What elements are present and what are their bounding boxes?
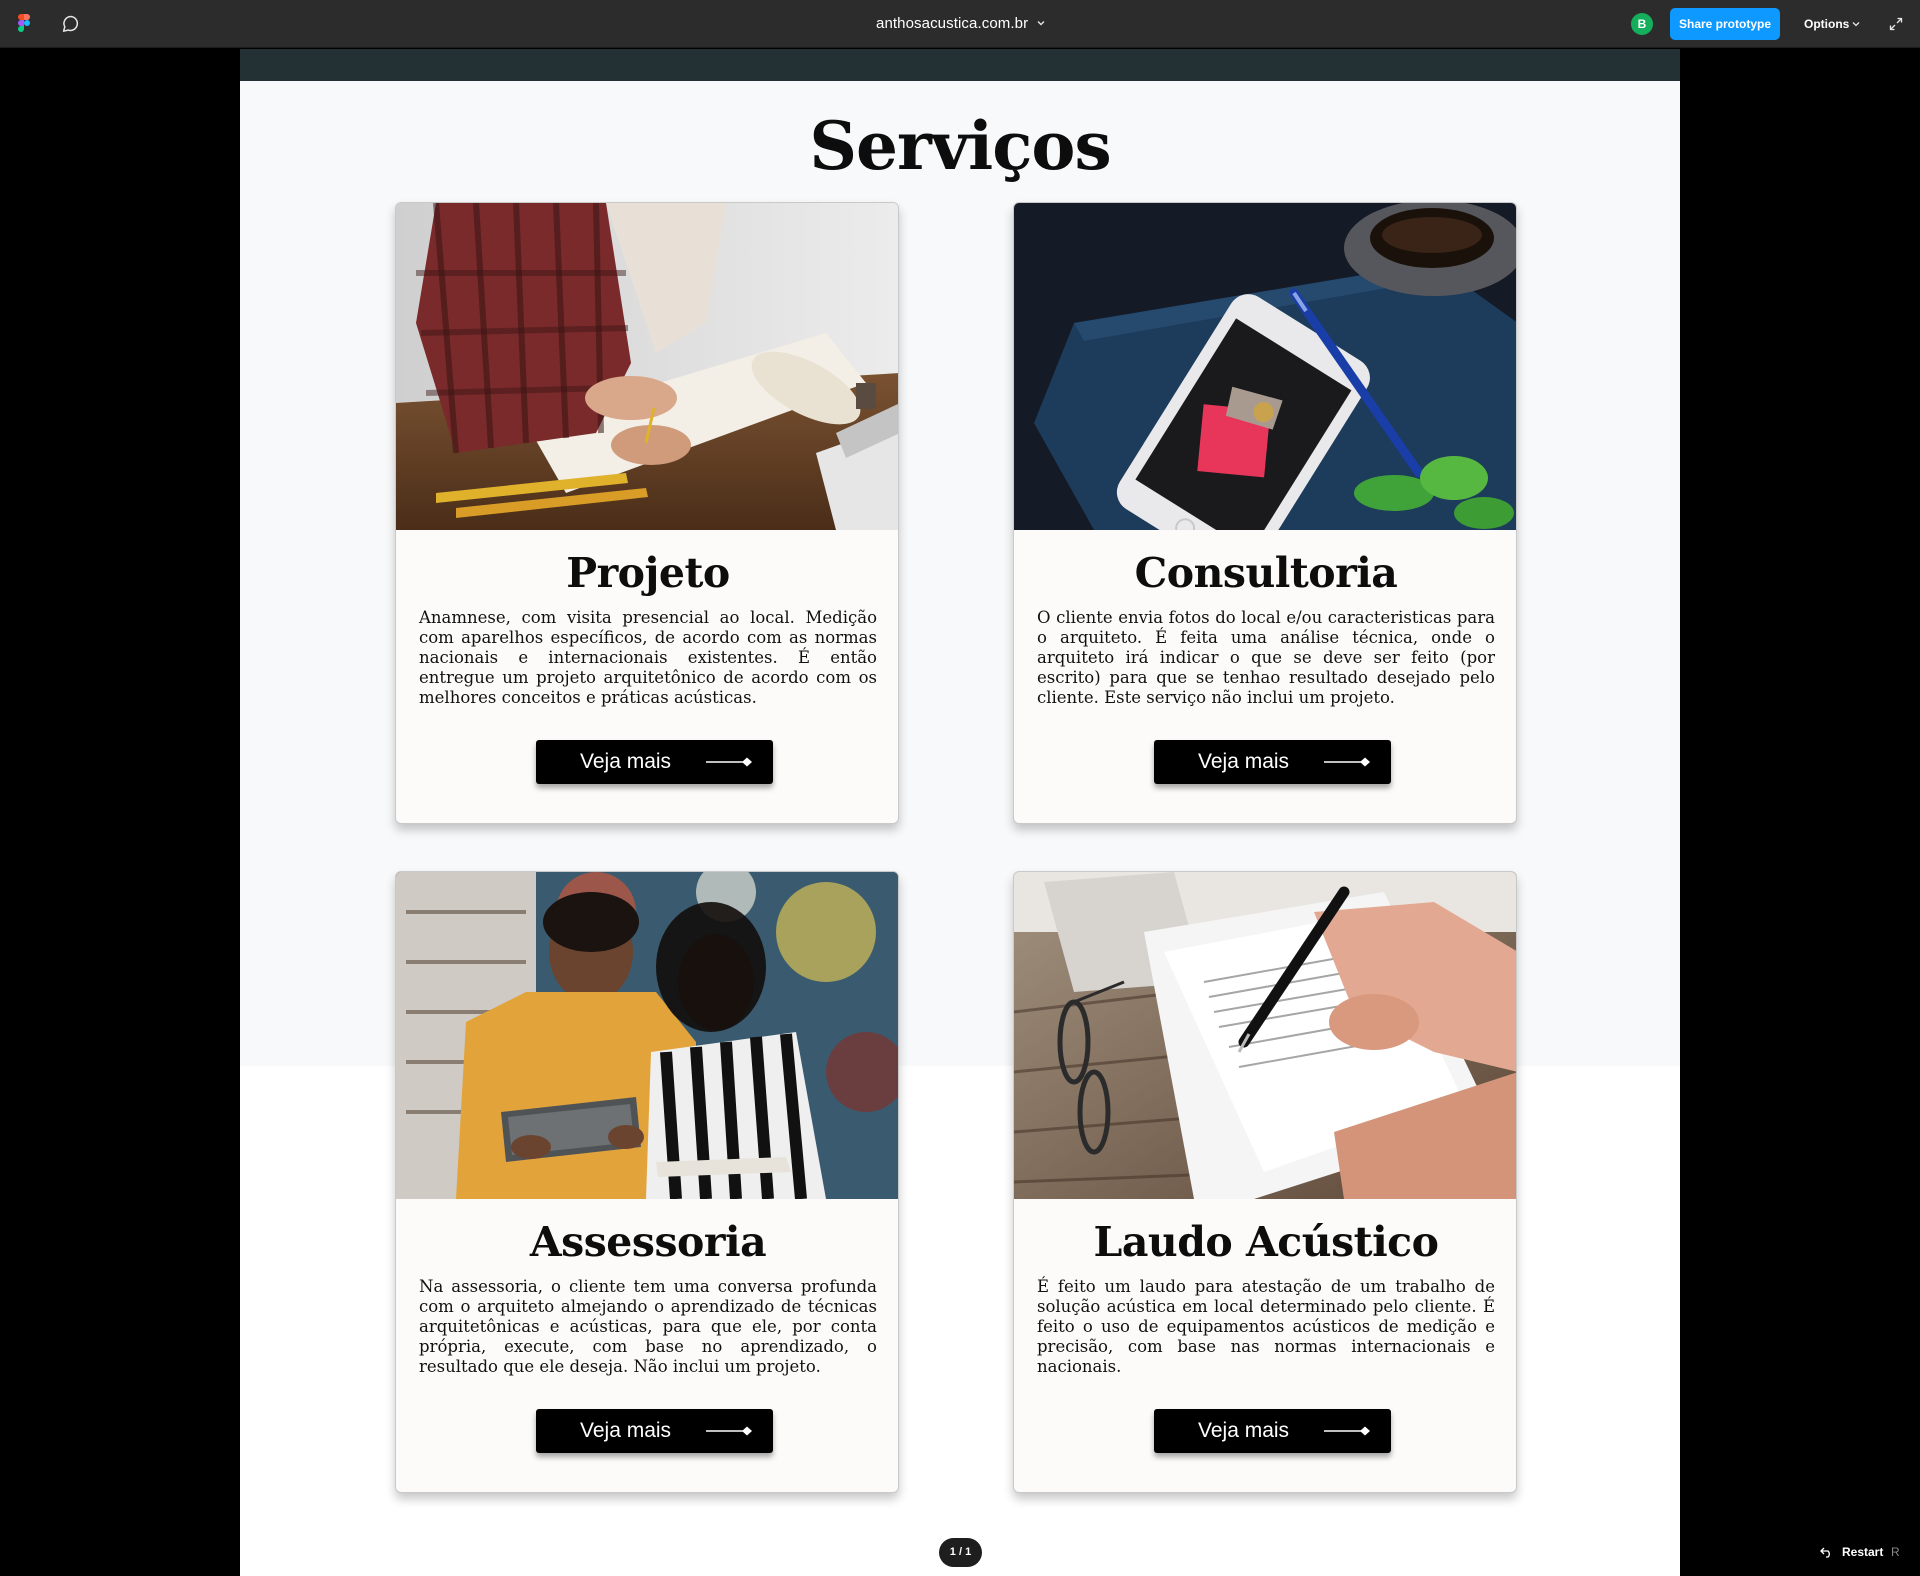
card-title: Laudo Acústico xyxy=(1093,1218,1439,1266)
expand-icon[interactable] xyxy=(1889,17,1903,31)
card-title: Consultoria xyxy=(1134,549,1398,597)
button-label: Veja mais xyxy=(580,750,672,773)
service-photo-architect-drawing xyxy=(396,203,898,530)
service-card-consultoria: Consultoria O cliente envia fotos do loc… xyxy=(1013,202,1517,824)
card-description: É feito um laudo para atestação de um tr… xyxy=(1037,1277,1495,1376)
keyboard-shortcut: R xyxy=(1891,1545,1900,1559)
restart-icon xyxy=(1820,1547,1830,1558)
site-header-strip xyxy=(240,49,1680,81)
service-card-projeto: Projeto Anamnese, com visita presencial … xyxy=(395,202,899,824)
arrow-right-icon xyxy=(706,757,752,767)
veja-mais-button[interactable]: Veja mais xyxy=(1154,740,1391,784)
prototype-toolbar: anthosacustica.com.br B Share prototype … xyxy=(0,0,1920,48)
card-title: Projeto xyxy=(566,549,730,597)
arrow-right-icon xyxy=(1324,1426,1370,1436)
avatar[interactable]: B xyxy=(1631,13,1653,35)
share-prototype-button[interactable]: Share prototype xyxy=(1670,8,1780,40)
button-label: Veja mais xyxy=(1198,750,1290,773)
service-photo-phone-notebook xyxy=(1014,203,1516,530)
section-title: Serviços xyxy=(809,107,1111,185)
comment-icon[interactable] xyxy=(62,15,80,33)
restart-button[interactable]: Restart R xyxy=(1820,1545,1910,1561)
service-photo-signing-document xyxy=(1014,872,1516,1199)
chevron-down-icon[interactable] xyxy=(1852,21,1860,27)
options-button[interactable]: Options xyxy=(1804,17,1849,31)
button-label: Veja mais xyxy=(580,1419,672,1442)
card-description: Anamnese, com visita presencial ao local… xyxy=(419,608,877,707)
button-label: Veja mais xyxy=(1198,1419,1290,1442)
figma-logo-icon[interactable] xyxy=(18,14,30,33)
veja-mais-button[interactable]: Veja mais xyxy=(1154,1409,1391,1453)
service-card-laudo-acustico: Laudo Acústico É feito um laudo para ate… xyxy=(1013,871,1517,1493)
restart-label: Restart xyxy=(1842,1545,1884,1559)
veja-mais-button[interactable]: Veja mais xyxy=(536,740,773,784)
prototype-frame: Serviços Projeto Anamnese, com visita pr… xyxy=(240,49,1680,1576)
card-description: O cliente envia fotos do local e/ou cara… xyxy=(1037,608,1495,707)
chevron-down-icon[interactable] xyxy=(1036,19,1046,27)
arrow-right-icon xyxy=(706,1426,752,1436)
card-title: Assessoria xyxy=(529,1218,767,1266)
veja-mais-button[interactable]: Veja mais xyxy=(536,1409,773,1453)
service-card-assessoria: Assessoria Na assessoria, o cliente tem … xyxy=(395,871,899,1493)
arrow-right-icon xyxy=(1324,757,1370,767)
card-description: Na assessoria, o cliente tem uma convers… xyxy=(419,1277,877,1376)
service-photo-two-people-tablet xyxy=(396,872,898,1199)
page-indicator: 1 / 1 xyxy=(939,1538,982,1567)
prototype-title[interactable]: anthosacustica.com.br xyxy=(876,15,1028,32)
